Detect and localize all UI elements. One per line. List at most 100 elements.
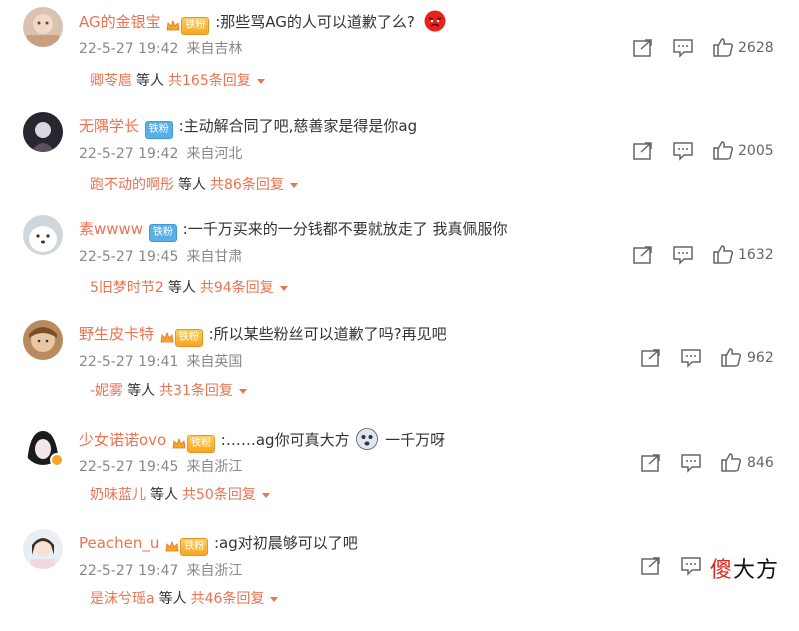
share-icon[interactable] <box>640 348 662 368</box>
comment-date: 22-5-27 19:47 <box>79 563 179 579</box>
comment-location: 来自甘肃 <box>186 249 243 265</box>
comment-text-tail: 一千万呀 <box>385 431 446 449</box>
reply-total-link[interactable]: 共165条回复 <box>168 73 251 89</box>
comment-icon[interactable] <box>680 348 702 368</box>
chevron-down-icon <box>270 596 279 602</box>
avatar[interactable] <box>23 320 63 360</box>
reply-total-link[interactable]: 共50条回复 <box>182 487 256 503</box>
share-icon[interactable] <box>632 38 654 58</box>
like-count: 962 <box>747 350 774 366</box>
comment-date: 22-5-27 19:42 <box>79 146 179 162</box>
comment-icon[interactable] <box>672 38 694 58</box>
comment-icon[interactable] <box>672 245 694 265</box>
crown-icon <box>166 19 180 30</box>
username-link[interactable]: 少女诺诺ovo <box>79 431 166 449</box>
reply-summary[interactable]: 是沫兮瑶a 等人 共46条回复 <box>90 589 279 609</box>
username-link[interactable]: 无隅学长 <box>79 117 139 135</box>
like-icon[interactable] <box>712 140 734 160</box>
comment-item: AG的金银宝 铁粉 :那些骂AG的人可以道歉了么? 22-5-27 19:42 来… <box>0 5 799 109</box>
reply-user-link[interactable]: 5旧梦时节2 <box>90 280 164 296</box>
like-icon[interactable] <box>720 452 742 472</box>
fan-badge-label: 铁粉 <box>181 16 210 35</box>
angry-face-icon <box>424 10 446 32</box>
username-link[interactable]: AG的金银宝 <box>79 13 161 31</box>
crown-icon <box>172 437 186 448</box>
like-count: 2628 <box>738 40 774 56</box>
comment-location: 来自浙江 <box>186 563 243 579</box>
reply-summary[interactable]: 奶味蓝儿 等人 共50条回复 <box>90 485 270 505</box>
reply-summary[interactable]: 跑不动的啊彤 等人 共86条回复 <box>90 175 298 195</box>
reply-total-link[interactable]: 共94条回复 <box>200 280 274 296</box>
watermark: 傻大方 <box>709 558 779 583</box>
comment-text: :ag对初晨够可以了吧 <box>214 534 358 552</box>
share-icon[interactable] <box>640 556 662 576</box>
share-icon[interactable] <box>632 245 654 265</box>
comment-text: :所以某些粉丝可以道歉了吗?再见吧 <box>208 325 447 343</box>
comment-text: :一千万买来的一分钱都不要就放走了 我真佩服你 <box>182 220 508 238</box>
chevron-down-icon <box>261 492 270 498</box>
comment-text: :那些骂AG的人可以道歉了么? <box>215 13 415 31</box>
reply-user-link[interactable]: 是沫兮瑶a <box>90 591 155 607</box>
username-link[interactable]: Peachen_u <box>79 534 159 552</box>
reply-summary[interactable]: 卿苓扈 等人 共165条回复 <box>90 71 265 91</box>
fan-badge[interactable]: 铁粉 <box>166 14 210 36</box>
chevron-down-icon <box>289 182 298 188</box>
avatar[interactable] <box>23 529 63 569</box>
fan-badge[interactable]: 铁粉 <box>144 118 173 140</box>
avatar[interactable] <box>23 112 63 152</box>
reply-user-link[interactable]: 跑不动的啊彤 <box>90 177 174 193</box>
comment-location: 来自吉林 <box>186 41 243 57</box>
like-count: 2005 <box>738 143 774 159</box>
comment-icon[interactable] <box>680 556 702 576</box>
reply-total-link[interactable]: 共46条回复 <box>191 591 265 607</box>
reply-summary[interactable]: 5旧梦时节2 等人 共94条回复 <box>90 278 288 298</box>
comment-date: 22-5-27 19:45 <box>79 249 179 265</box>
comment-item: 少女诺诺ovo 铁粉 :……ag你可真大方 一千万呀 22-5-27 19:45… <box>0 423 799 527</box>
comment-item: 素wwww 铁粉 :一千万买来的一分钱都不要就放走了 我真佩服你 22-5-27… <box>0 213 799 317</box>
like-icon[interactable] <box>712 37 734 57</box>
fan-badge[interactable]: 铁粉 <box>172 432 216 454</box>
fan-badge[interactable]: 铁粉 <box>160 326 203 348</box>
reply-total-link[interactable]: 共31条回复 <box>159 383 233 399</box>
like-count: 846 <box>747 455 774 471</box>
fan-badge-label: 铁粉 <box>144 120 173 139</box>
reply-summary[interactable]: -妮雾 等人 共31条回复 <box>90 381 247 401</box>
comment-text: :……ag你可真大方 <box>220 431 350 449</box>
fan-badge-label: 铁粉 <box>174 328 203 347</box>
crown-icon <box>160 331 174 342</box>
like-icon[interactable] <box>712 244 734 264</box>
avatar[interactable] <box>23 7 63 47</box>
reply-user-link[interactable]: 卿苓扈 <box>90 73 132 89</box>
chevron-down-icon <box>256 78 265 84</box>
fan-badge[interactable]: 铁粉 <box>165 535 209 557</box>
comment-date: 22-5-27 19:45 <box>79 459 179 475</box>
comment-icon[interactable] <box>680 453 702 473</box>
crown-icon <box>165 540 179 551</box>
share-icon[interactable] <box>632 141 654 161</box>
comment-item: Peachen_u 铁粉 :ag对初晨够可以了吧 22-5-27 19:47 来自… <box>0 527 799 631</box>
fan-badge-label: 铁粉 <box>148 223 177 242</box>
comment-item: 野生皮卡特 铁粉 :所以某些粉丝可以道歉了吗?再见吧 22-5-27 19:41… <box>0 318 799 422</box>
like-count: 1632 <box>738 247 774 263</box>
chevron-down-icon <box>238 388 247 394</box>
fan-badge[interactable]: 铁粉 <box>148 221 177 243</box>
comment-date: 22-5-27 19:41 <box>79 354 179 370</box>
comment-icon[interactable] <box>672 141 694 161</box>
scared-face-icon <box>356 428 379 450</box>
username-link[interactable]: 野生皮卡特 <box>79 325 154 343</box>
fan-badge-label: 铁粉 <box>180 537 209 556</box>
share-icon[interactable] <box>640 453 662 473</box>
reply-user-link[interactable]: -妮雾 <box>90 383 123 399</box>
avatar[interactable] <box>23 215 63 255</box>
chevron-down-icon <box>279 285 288 291</box>
like-icon[interactable] <box>720 347 742 367</box>
reply-user-link[interactable]: 奶味蓝儿 <box>90 487 146 503</box>
comment-location: 来自河北 <box>186 146 243 162</box>
reply-total-link[interactable]: 共86条回复 <box>210 177 284 193</box>
comment-item: 无隅学长 铁粉 :主动解合同了吧,慈善家是得是你ag 22-5-27 19:42… <box>0 110 799 214</box>
comment-location: 来自英国 <box>186 354 243 370</box>
username-link[interactable]: 素wwww <box>79 220 143 238</box>
comment-location: 来自浙江 <box>186 459 243 475</box>
fan-badge-label: 铁粉 <box>187 434 216 453</box>
comment-date: 22-5-27 19:42 <box>79 41 179 57</box>
